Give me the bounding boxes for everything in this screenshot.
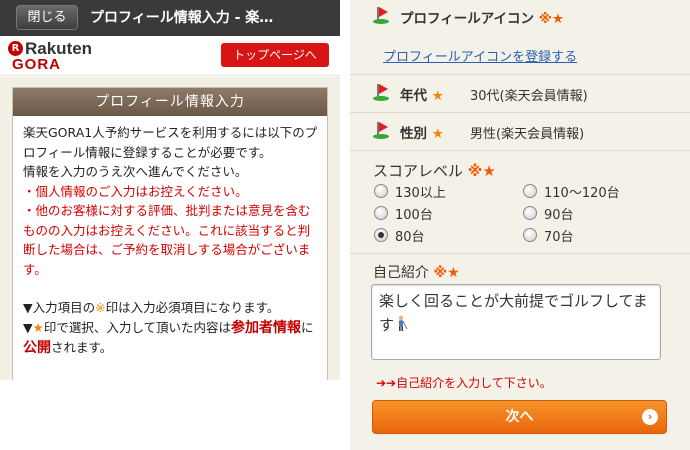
top-page-button[interactable]: トップページへ [221, 43, 329, 67]
gender-value: 男性(楽天会員情報) [470, 127, 585, 142]
radio-button[interactable] [374, 184, 388, 198]
right-screen: プロフィールアイコン ※★ プロフィールアイコンを登録する 年代 ★ 30代(楽… [350, 0, 690, 450]
golf-flag-icon [373, 121, 393, 139]
score-level-label: スコアレベル ※★ [373, 162, 496, 180]
required-mark: ※★ [433, 265, 460, 281]
arrow-right-icon: › [642, 409, 658, 425]
required-note: ▼入力項目の※印は入力必須項目になります。 [23, 300, 280, 315]
warning-evaluation: ・他のお客様に対する評価、批判または意見を含むものの入力はお控えください。これに… [23, 203, 311, 277]
register-icon-link[interactable]: プロフィールアイコンを登録する [383, 46, 577, 65]
next-button[interactable]: 次へ › [372, 400, 667, 434]
star-mark: ★ [431, 88, 444, 104]
screen-divider [340, 0, 350, 450]
golfer-emoji-icon [398, 315, 408, 331]
left-screen: 閉じる プロフィール情報入力 - 楽… R Rakuten GORA トップペー… [0, 0, 340, 450]
radio-button-selected[interactable] [374, 228, 388, 242]
rakuten-gora-logo[interactable]: R Rakuten GORA [8, 39, 128, 73]
page-title: プロフィール情報入力 - 楽… [90, 10, 274, 26]
radio-button[interactable] [523, 228, 537, 242]
required-mark: ※ [95, 300, 106, 315]
panel-text: 楽天GORA1人予約サービスを利用するには以下のプロフィール情報に登録することが… [13, 116, 327, 359]
radio-button[interactable] [523, 206, 537, 220]
radio-button[interactable] [523, 184, 537, 198]
self-intro-label: 自己紹介 ※★ [373, 265, 460, 281]
required-mark: ※★ [467, 162, 496, 180]
warning-personal-info: ・個人情報のご入力はお控えください。 [23, 183, 248, 199]
panel-title: プロフィール情報入力 [13, 88, 327, 116]
logo-gora-text: GORA [12, 56, 61, 73]
profile-icon-label: プロフィールアイコン ※★ [400, 11, 564, 27]
golf-flag-icon [373, 6, 393, 24]
required-mark: ※★ [538, 11, 564, 27]
age-label: 年代 ★ [400, 88, 444, 104]
info-panel: プロフィール情報入力 楽天GORA1人予約サービスを利用するには以下のプロフィー… [12, 87, 328, 380]
public-note: ▼★印で選択、入力して頂いた内容は参加者情報に公開されます。 [23, 319, 314, 357]
gender-label: 性別 ★ [400, 126, 444, 142]
instruction-paragraph: 情報を入力のうえ次へ進んでください。 [23, 164, 248, 179]
validation-hint: ➔➔自己紹介を入力して下さい。 [376, 376, 552, 390]
close-button[interactable]: 閉じる [16, 5, 78, 30]
intro-paragraph: 楽天GORA1人予約サービスを利用するには以下のプロフィール情報に登録することが… [23, 125, 318, 160]
rakuten-r-icon: R [8, 41, 23, 56]
blank-area [0, 380, 340, 450]
star-mark: ★ [431, 126, 444, 142]
top-bar: 閉じる プロフィール情報入力 - 楽… [0, 0, 340, 36]
star-mark: ★ [32, 319, 44, 335]
age-value: 30代(楽天会員情報) [470, 89, 588, 104]
golf-flag-icon [373, 83, 393, 101]
radio-button[interactable] [374, 206, 388, 220]
participant-info-text: 参加者情報 [230, 319, 301, 336]
public-text: 公開 [23, 340, 51, 356]
content-area: プロフィール情報入力 楽天GORA1人予約サービスを利用するには以下のプロフィー… [0, 77, 340, 380]
brand-bar: R Rakuten GORA トップページへ [0, 36, 340, 76]
self-intro-text: 楽しく回ることが大前提でゴルフしてます [379, 292, 648, 334]
self-intro-textarea[interactable]: 楽しく回ることが大前提でゴルフしてます [371, 284, 661, 360]
